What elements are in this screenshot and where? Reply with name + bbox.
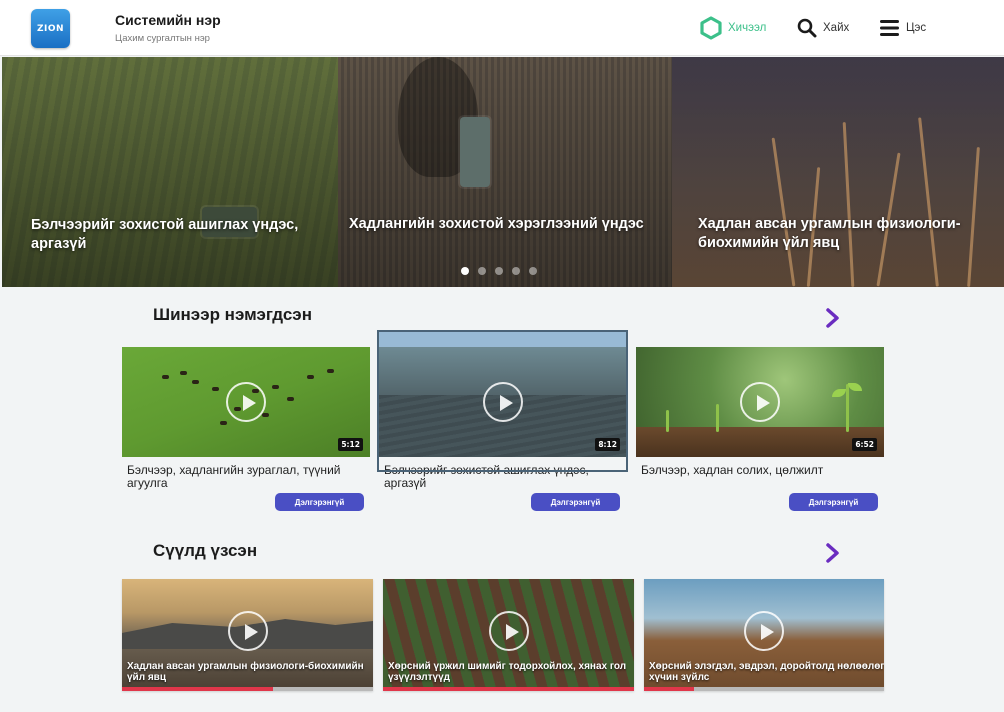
cow-image [272, 385, 279, 389]
video-thumbnail[interactable]: 8:12 [379, 347, 627, 457]
play-icon[interactable] [740, 382, 780, 422]
cow-image [162, 375, 169, 379]
slider-dot[interactable] [461, 267, 469, 275]
video-card[interactable]: 5:12 Бэлчээр, хадлангийн зураглал, түүни… [122, 347, 370, 511]
slider-dots [461, 267, 537, 275]
hamburger-menu-icon [880, 20, 899, 36]
watch-progress-bar [644, 687, 884, 691]
nav-menu-label: Цэс [906, 22, 927, 34]
play-icon[interactable] [488, 611, 529, 651]
sprout-image [666, 410, 669, 432]
watch-progress-fill [122, 687, 273, 691]
slider-dot[interactable] [529, 267, 537, 275]
leaf-image [832, 389, 846, 397]
slider-dot[interactable] [512, 267, 520, 275]
recent-video-title: Хөрсний элэгдэл, эвдрэл, доройтолд нөлөө… [649, 661, 884, 683]
recent-video-card[interactable]: Хөрсний элэгдэл, эвдрэл, доройтолд нөлөө… [644, 579, 884, 691]
cow-image [307, 375, 314, 379]
chevron-right-icon[interactable] [825, 307, 841, 329]
recent-video-card[interactable]: Хөрсний үржил шимийг тодорхойлох, хянах … [383, 579, 634, 691]
nav-menu[interactable]: Цэс [880, 16, 926, 40]
wheat-stalk [918, 117, 939, 287]
chevron-right-icon[interactable] [825, 542, 841, 564]
watch-progress-fill [383, 687, 634, 691]
play-icon[interactable] [483, 382, 523, 422]
system-name: Системийн нэр [115, 12, 221, 28]
video-card[interactable]: 8:12 Бэлчээрийг зохистой ашиглах үндэс, … [379, 347, 627, 511]
recent-video-title: Хадлан авсан ургамлын физиологи-биохимий… [127, 661, 364, 683]
video-thumbnail[interactable]: 6:52 [636, 347, 884, 457]
hexagon-icon [700, 16, 722, 40]
search-icon [797, 18, 817, 38]
slider-dot[interactable] [495, 267, 503, 275]
logo-text: ZION [36, 23, 65, 34]
cow-image [180, 371, 187, 375]
nav-lessons-label: Хичээл [728, 22, 767, 34]
nav-search[interactable]: Хайх [797, 16, 849, 40]
video-title[interactable]: Бэлчээр, хадлангийн зураглал, түүний агу… [127, 464, 365, 490]
hero-slide-caption: Бэлчээрийг зохистой ашиглах үндэс, аргаз… [31, 217, 299, 252]
wheat-stalk [842, 122, 855, 287]
play-icon[interactable] [226, 382, 266, 422]
play-icon[interactable] [744, 611, 784, 651]
cow-image [287, 397, 294, 401]
video-card[interactable]: 6:52 Бэлчээр, хадлан солих, цөлжилт Дэлг… [636, 347, 884, 511]
cow-image [212, 387, 219, 391]
watch-progress-bar [122, 687, 373, 691]
video-title[interactable]: Бэлчээр, хадлан солих, цөлжилт [641, 464, 879, 490]
cow-image [220, 421, 227, 425]
section-title-recent: Сүүлд үзсэн [153, 541, 258, 560]
details-button[interactable]: Дэлгэрэнгүй [789, 493, 878, 511]
cow-image [262, 413, 269, 417]
slider-dot[interactable] [478, 267, 486, 275]
hero-slide-caption: Хадлан авсан ургамлын физиологи-биохимий… [698, 216, 961, 251]
cow-image [327, 369, 334, 373]
play-icon[interactable] [227, 611, 268, 651]
video-duration: 6:52 [852, 438, 877, 451]
top-header: ZION Системийн нэр Цахим сургалтын нэр Х… [0, 0, 1004, 56]
system-subtitle: Цахим сургалтын нэр [115, 33, 210, 44]
hero-slide-caption: Хадлангийн зохистой хэрэглээний үндэс [349, 216, 644, 232]
sprout-image [716, 404, 719, 432]
watch-progress-fill [644, 687, 695, 691]
hero-slider: Бэлчээрийг зохистой ашиглах үндэс, аргаз… [2, 57, 1004, 287]
video-duration: 5:12 [338, 438, 363, 451]
hero-slide-2[interactable]: Хадлангийн зохистой хэрэглээний үндэс [338, 57, 672, 287]
combine-harvester-image [460, 117, 490, 187]
selection-highlight-bar [379, 332, 626, 348]
recent-video-title: Хөрсний үржил шимийг тодорхойлох, хянах … [388, 661, 627, 683]
nav-lessons[interactable]: Хичээл [700, 16, 766, 40]
recent-video-card[interactable]: Хадлан авсан ургамлын физиологи-биохимий… [122, 579, 373, 691]
section-title-new: Шинээр нэмэгдсэн [153, 305, 312, 324]
hero-slide-1[interactable]: Бэлчээрийг зохистой ашиглах үндэс, аргаз… [2, 57, 338, 287]
details-button[interactable]: Дэлгэрэнгүй [275, 493, 364, 511]
details-button[interactable]: Дэлгэрэнгүй [531, 493, 620, 511]
video-title[interactable]: Бэлчээрийг зохистой ашиглах үндэс, аргаз… [384, 464, 622, 490]
leaf-image [848, 383, 862, 391]
watch-progress-bar [383, 687, 634, 691]
nav-search-label: Хайх [823, 22, 850, 34]
wheat-stalk [771, 137, 796, 287]
video-thumbnail[interactable]: 5:12 [122, 347, 370, 457]
video-duration: 8:12 [595, 438, 620, 451]
zion-logo[interactable]: ZION [31, 9, 70, 48]
sprout-image [846, 384, 849, 432]
cow-image [192, 380, 199, 384]
hero-slide-3[interactable]: Хадлан авсан ургамлын физиологи-биохимий… [672, 57, 1004, 287]
